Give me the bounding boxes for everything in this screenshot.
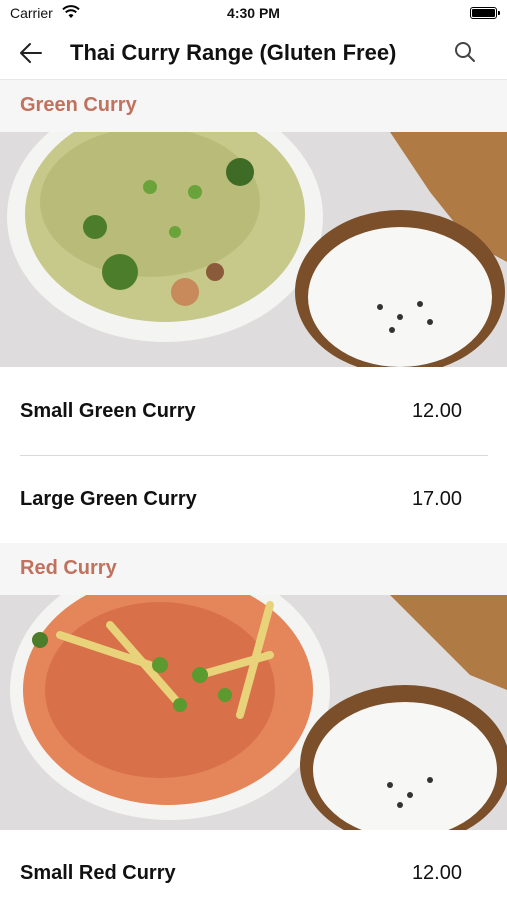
menu-item-price: 12.00 — [411, 862, 462, 884]
menu-item-name: Small Green Curry — [20, 400, 196, 422]
menu-item-small-green-curry[interactable]: Small Green Curry 12.00 — [0, 368, 507, 456]
status-bar: Carrier 4:30 PM — [0, 0, 507, 26]
menu-item-name: Large Green Curry — [20, 488, 197, 510]
menu-item-small-red-curry[interactable]: Small Red Curry 12.00 — [0, 830, 507, 918]
status-time: 4:30 PM — [227, 5, 280, 21]
back-arrow-icon[interactable] — [18, 40, 44, 66]
red-curry-image — [0, 595, 507, 830]
green-curry-image — [0, 132, 507, 367]
menu-item-price: 17.00 — [411, 488, 462, 510]
section-title: Green Curry — [20, 94, 137, 116]
navigation-bar: Thai Curry Range (Gluten Free) — [0, 26, 507, 80]
search-icon[interactable] — [453, 40, 477, 64]
section-header-red-curry: Red Curry — [0, 543, 507, 595]
page-title: Thai Curry Range (Gluten Free) — [70, 40, 397, 65]
section-title: Red Curry — [20, 557, 117, 579]
menu-item-large-green-curry[interactable]: Large Green Curry 17.00 — [0, 456, 507, 544]
section-header-green-curry: Green Curry — [0, 80, 507, 132]
menu-item-price: 12.00 — [411, 400, 462, 422]
menu-item-name: Small Red Curry — [20, 862, 176, 884]
battery-icon — [470, 7, 500, 19]
